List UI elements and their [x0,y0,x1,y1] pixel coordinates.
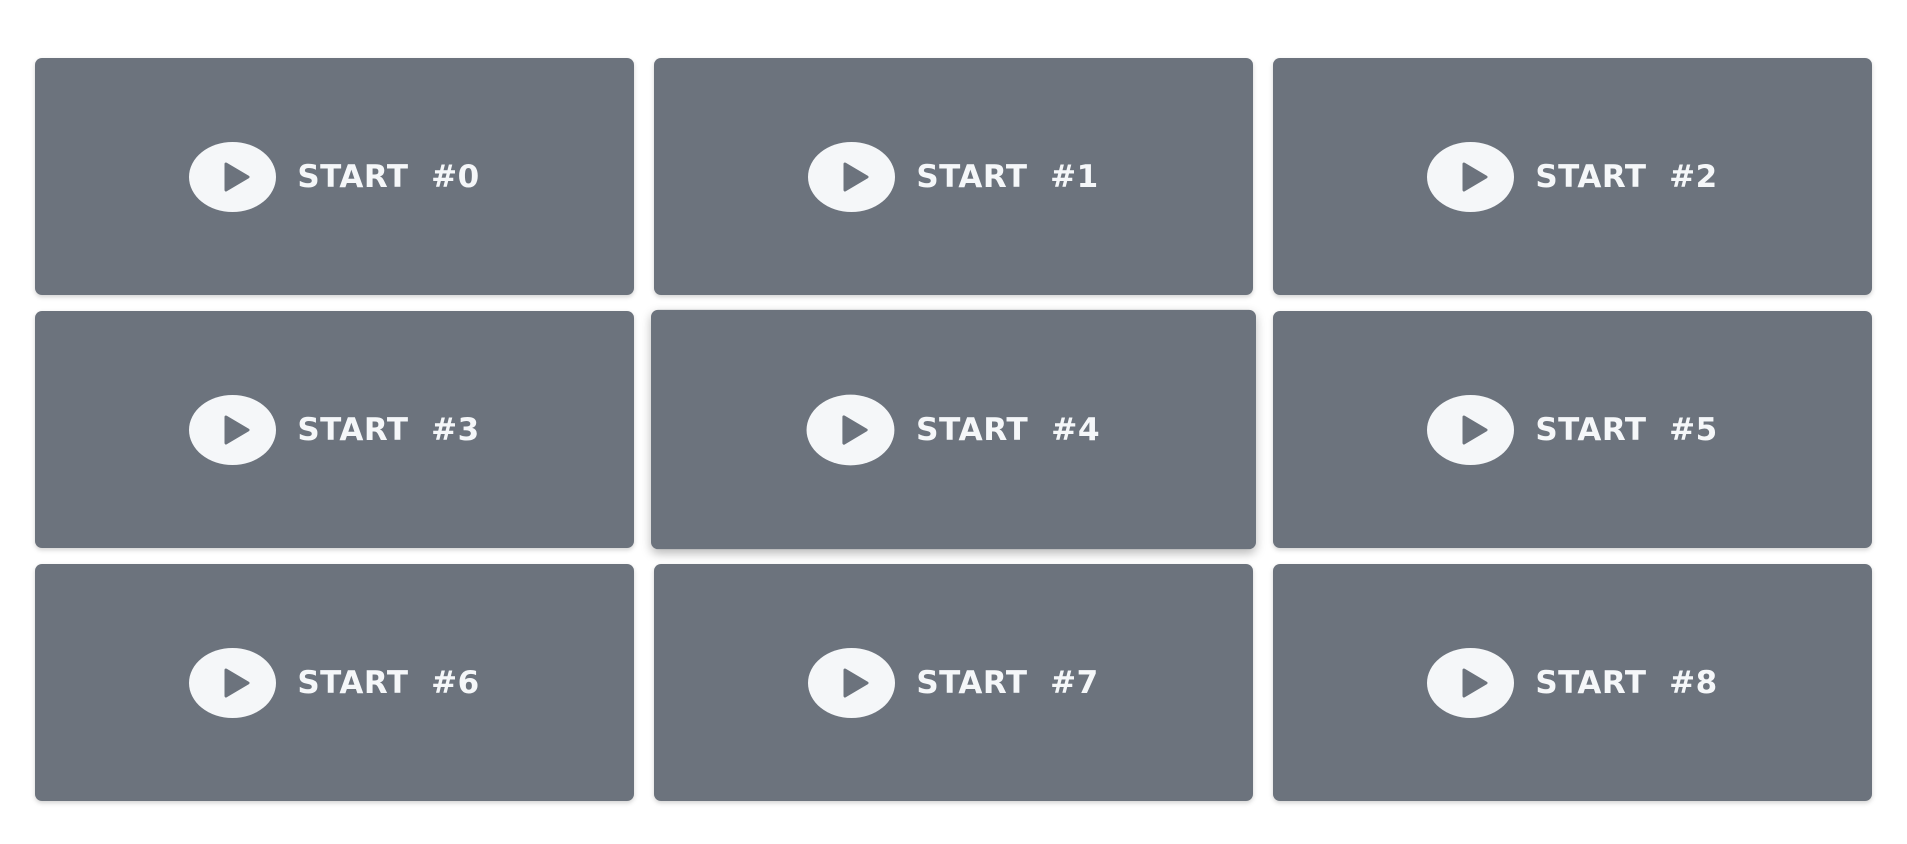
start-button-5[interactable]: START #5 [1273,311,1872,548]
start-label: START #2 [1535,158,1718,195]
play-icon [189,647,277,718]
start-label: START #1 [916,158,1099,195]
play-icon [806,394,895,465]
play-icon [1427,394,1515,465]
play-icon [1427,647,1515,718]
start-button-0[interactable]: START #0 [35,58,634,295]
start-button-1[interactable]: START #1 [654,58,1253,295]
start-button-2[interactable]: START #2 [1273,58,1872,295]
start-button-3[interactable]: START #3 [35,311,634,548]
start-label: START #5 [1535,411,1718,448]
play-icon [189,394,277,465]
play-icon [808,141,896,212]
start-label: START #3 [297,411,480,448]
start-tile-grid: START #0 START #1 START #2 START #3 STAR… [35,58,1872,801]
start-label: START #6 [297,664,480,701]
start-button-7[interactable]: START #7 [654,564,1253,801]
start-label: START #7 [916,664,1099,701]
start-label: START #4 [915,411,1101,448]
play-icon [1427,141,1515,212]
start-button-6[interactable]: START #6 [35,564,634,801]
start-button-8[interactable]: START #8 [1273,564,1872,801]
start-label: START #0 [297,158,480,195]
start-label: START #8 [1535,664,1718,701]
start-button-4[interactable]: START #4 [651,309,1256,550]
play-icon [189,141,277,212]
play-icon [808,647,896,718]
